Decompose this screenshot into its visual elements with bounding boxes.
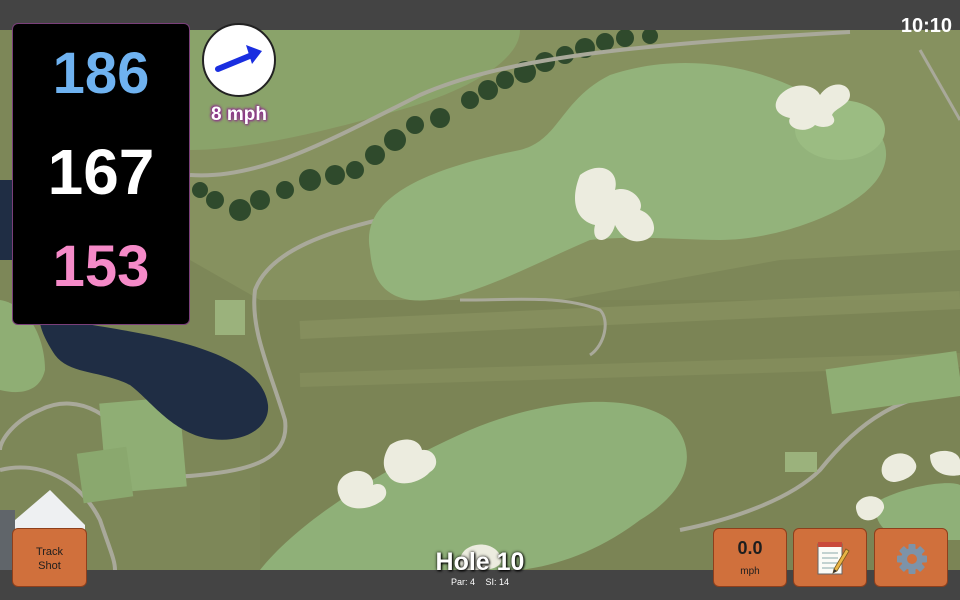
- notepad-icon: [817, 542, 850, 575]
- hole-info: Par: 4 SI: 14: [380, 577, 580, 587]
- app-screen: 10:10 186 167 153 8 mph Track Shot Hole …: [0, 0, 960, 600]
- wind-speed: 8 mph: [211, 104, 267, 125]
- back-yardage: 186: [52, 41, 150, 106]
- wind-arrow-icon: [215, 45, 262, 72]
- par-label: Par: 4: [450, 577, 475, 587]
- yardage-panel: 186 167 153: [12, 23, 190, 325]
- stroke-index-label: SI: 14: [485, 577, 510, 587]
- wind-direction-dial: [202, 23, 276, 97]
- middle-yardage: 167: [47, 136, 155, 208]
- hole-title: Hole 10: [435, 548, 525, 576]
- front-yardage: 153: [52, 234, 150, 299]
- settings-button[interactable]: [874, 528, 948, 587]
- notes-button[interactable]: [793, 528, 867, 587]
- gear-icon: [897, 544, 927, 574]
- speed-value: 0.0: [737, 538, 763, 558]
- speed-button[interactable]: 0.0 mph: [713, 528, 787, 587]
- track-shot-button[interactable]: Track Shot: [12, 528, 87, 587]
- clock: 10:10: [900, 15, 952, 37]
- speed-unit: mph: [740, 566, 760, 577]
- track-shot-label: Track Shot: [35, 546, 64, 572]
